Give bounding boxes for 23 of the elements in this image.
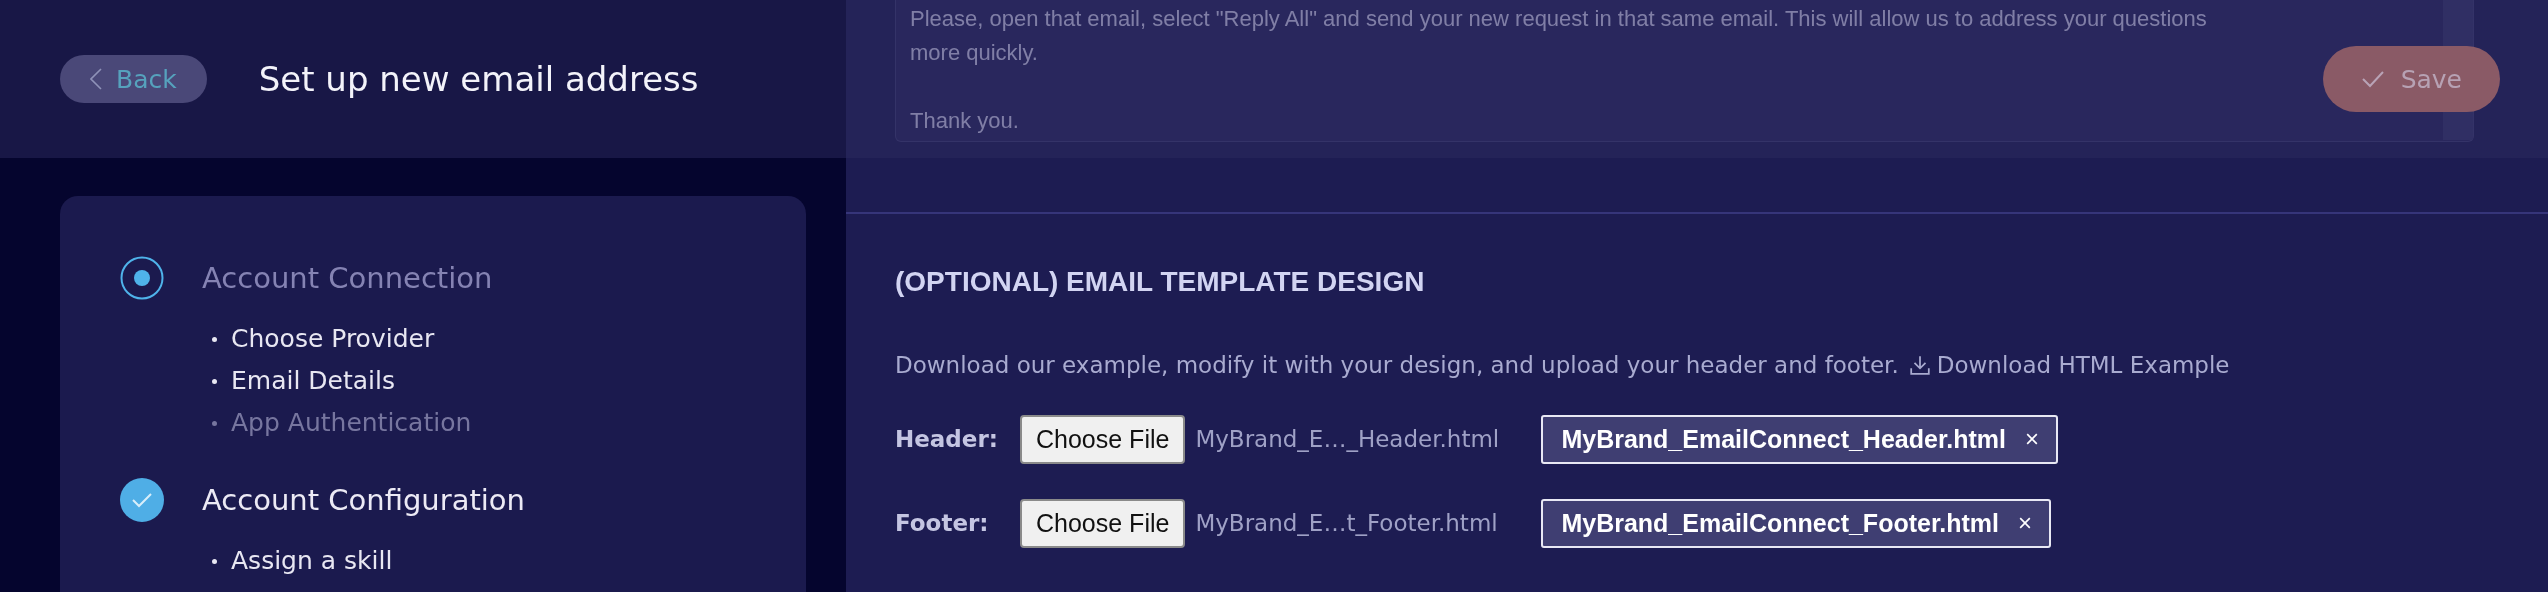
check-icon (2360, 69, 2385, 89)
file-name: MyBrand_E…t_Footer.html (1195, 510, 1499, 536)
step-item: Email Details (212, 360, 806, 402)
upload-label: Footer: (895, 510, 990, 536)
choose-file-button[interactable]: Choose File (1020, 414, 1186, 464)
choose-file-button[interactable]: Choose File (1020, 498, 1186, 548)
step-item: Assign a skill (212, 540, 806, 582)
step-item: Choose Provider (212, 318, 806, 360)
download-icon (1908, 354, 1931, 376)
step-title: Account Configuration (202, 483, 525, 517)
description-text: Download our example, modify it with your design, and upload your header and footer. (895, 352, 1899, 378)
page-title: Set up new email address (258, 59, 699, 99)
upload-label: Header: (895, 426, 999, 452)
section-heading: (OPTIONAL) EMAIL TEMPLATE DESIGN (895, 266, 1426, 298)
step-item: App Authentication (212, 402, 806, 444)
step-title: Account Connection (202, 261, 493, 295)
chevron-left-icon (90, 68, 102, 90)
chip-file-name: MyBrand_EmailConnect_Footer.html (1561, 508, 1999, 538)
close-icon[interactable] (2026, 433, 2038, 445)
download-link[interactable]: Download HTML Example (1908, 352, 2230, 378)
close-icon[interactable] (2019, 517, 2031, 529)
file-name: MyBrand_E…_Header.html (1195, 426, 1501, 452)
chip-file-name: MyBrand_EmailConnect_Header.html (1561, 424, 2006, 454)
